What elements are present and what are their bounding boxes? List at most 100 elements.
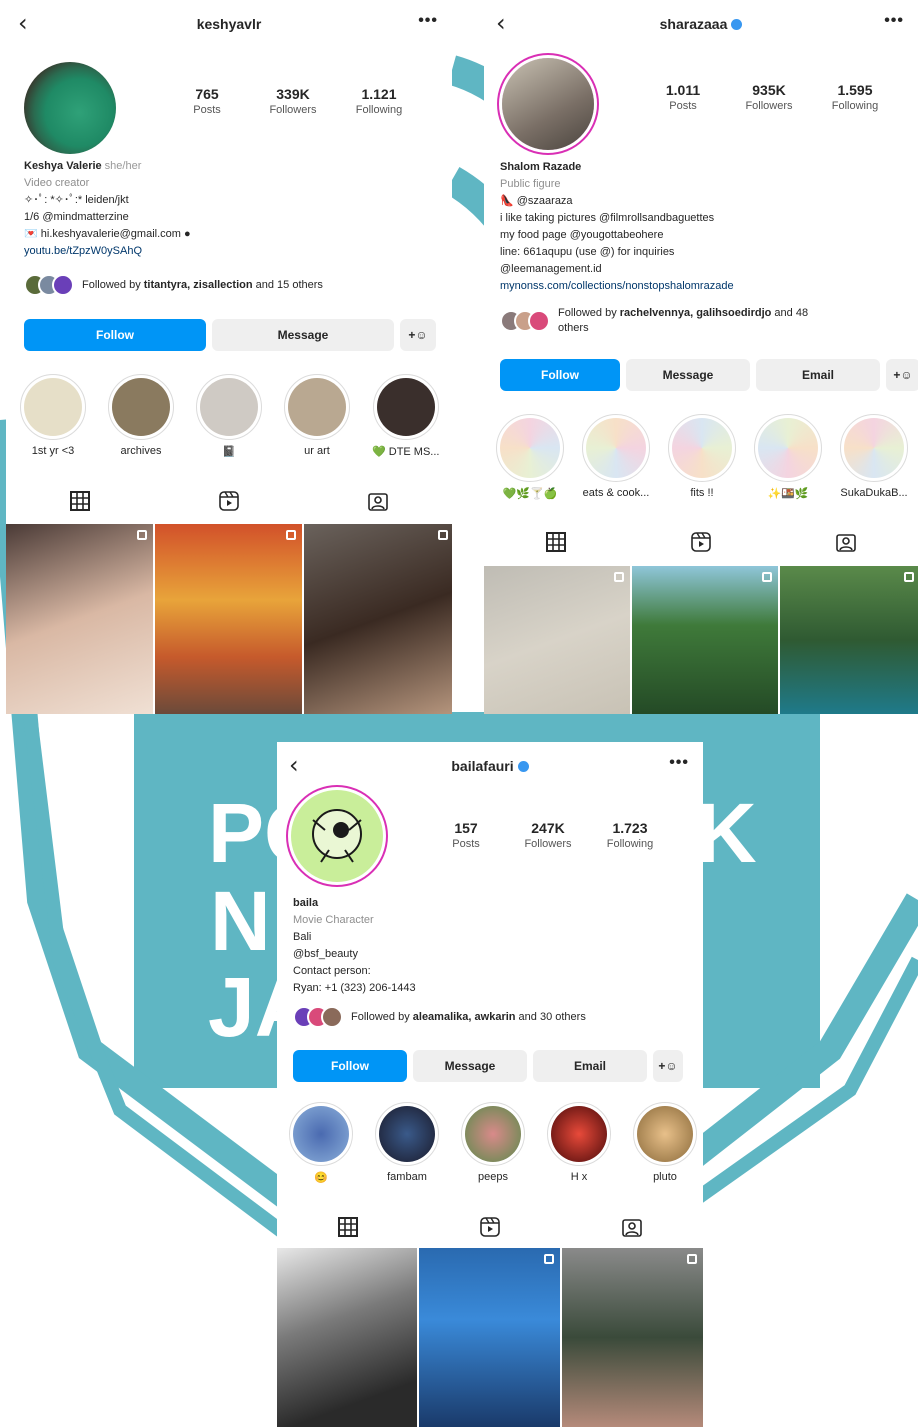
top-bar: ‹ keshyavlr ••• (6, 0, 452, 48)
action-buttons: Follow Message Email +☺ (293, 1050, 683, 1082)
email-button[interactable]: Email (756, 359, 880, 391)
email-button[interactable]: Email (533, 1050, 647, 1082)
post-thumbnail[interactable] (155, 524, 302, 714)
profile-panel-bailafauri: ‹ bailafauri ••• 157 Posts 247K Followers … (277, 742, 703, 1427)
message-button[interactable]: Message (413, 1050, 527, 1082)
highlight-item[interactable]: fambam (375, 1102, 439, 1184)
more-options-icon[interactable]: ••• (884, 12, 904, 30)
message-button[interactable]: Message (626, 359, 750, 391)
suggest-user-icon[interactable]: +☺ (886, 359, 918, 391)
follow-button[interactable]: Follow (24, 319, 206, 351)
highlight-item[interactable]: archives (108, 374, 174, 458)
multi-post-icon (904, 572, 914, 582)
highlight-item[interactable]: SukaDukaB... (840, 414, 908, 500)
stat-followers[interactable]: 339K Followers (250, 86, 336, 117)
tagged-icon[interactable] (612, 1217, 652, 1237)
bio-line: 👠 @szaaraza (500, 195, 573, 207)
post-thumbnail[interactable] (6, 524, 153, 714)
highlight-item[interactable]: H x (547, 1102, 611, 1184)
stat-posts[interactable]: 157 Posts (425, 820, 507, 851)
suggest-user-icon[interactable]: +☺ (400, 319, 436, 351)
bio-line: Contact person: (293, 965, 371, 977)
posts-grid (277, 1248, 703, 1427)
highlight-item[interactable]: 💚🌿🍸🍏 (496, 414, 564, 500)
action-buttons: Follow Message Email +☺ (500, 359, 918, 391)
highlight-item[interactable]: eats & cook... (582, 414, 650, 500)
pronouns: she/her (104, 160, 142, 172)
mutual-avatar (52, 274, 74, 296)
display-name: Shalom Razade (500, 161, 582, 173)
bio-line: line: 661aqupu (use @) for inquiries (500, 246, 675, 258)
more-options-icon[interactable]: ••• (418, 12, 438, 30)
post-thumbnail[interactable] (562, 1248, 703, 1427)
post-thumbnail[interactable] (419, 1248, 560, 1427)
reels-icon[interactable] (209, 491, 249, 511)
posts-grid (6, 524, 452, 714)
stat-posts[interactable]: 765 Posts (164, 86, 250, 117)
highlight-item[interactable]: 1st yr <3 (20, 374, 86, 458)
post-thumbnail[interactable] (484, 566, 630, 714)
highlight-item[interactable]: 😊 (289, 1102, 353, 1184)
category: Video creator (24, 177, 90, 189)
grid-icon[interactable] (60, 491, 100, 511)
more-options-icon[interactable]: ••• (669, 754, 689, 772)
reels-icon[interactable] (681, 532, 721, 552)
reels-icon[interactable] (470, 1217, 510, 1237)
username-title: sharazaaa (484, 16, 918, 32)
mutual-followers[interactable]: Followed by titantyra, zisallection and … (24, 274, 323, 296)
stat-followers[interactable]: 935K Followers (726, 82, 812, 113)
verified-badge-icon (731, 19, 743, 30)
stat-following[interactable]: 1.723 Following (589, 820, 671, 851)
profile-panel-keshyavlr: ‹ keshyavlr ••• 765 Posts 339K Followers 1… (6, 0, 452, 714)
story-highlights: 1st yr <3 archives 📓 ur art 💚 DTE MS... (20, 374, 439, 458)
display-name: Keshya Valerie (24, 160, 102, 172)
multi-post-icon (762, 572, 772, 582)
follow-button[interactable]: Follow (293, 1050, 407, 1082)
top-bar: ‹ sharazaaa ••• (484, 0, 918, 48)
grid-icon[interactable] (536, 532, 576, 552)
mutual-followers[interactable]: Followed by aleamalika, awkarin and 30 o… (293, 1006, 586, 1028)
bio-link[interactable]: youtu.be/tZpzW0ySAhQ (24, 243, 191, 260)
profile-avatar[interactable] (24, 62, 116, 154)
stat-following[interactable]: 1.121 Following (336, 86, 422, 117)
bio-line: @leemanagement.id (500, 263, 602, 275)
highlight-item[interactable]: ur art (284, 374, 350, 458)
profile-avatar[interactable] (291, 790, 383, 882)
highlight-item[interactable]: peeps (461, 1102, 525, 1184)
watermark-text-2: N (210, 874, 271, 968)
highlight-item[interactable]: 📓 (196, 374, 262, 458)
grid-icon[interactable] (328, 1217, 368, 1237)
bio-link[interactable]: mynonss.com/collections/nonstopshalomraz… (500, 278, 734, 295)
stat-followers[interactable]: 247K Followers (507, 820, 589, 851)
tagged-icon[interactable] (826, 532, 866, 552)
highlight-item[interactable]: 💚 DTE MS... (372, 374, 439, 458)
post-thumbnail[interactable] (780, 566, 918, 714)
stat-following[interactable]: 1.595 Following (812, 82, 898, 113)
posts-grid (484, 566, 918, 714)
post-thumbnail[interactable] (304, 524, 452, 714)
profile-avatar[interactable] (502, 58, 594, 150)
highlight-item[interactable]: pluto (633, 1102, 697, 1184)
stat-posts[interactable]: 1.011 Posts (640, 82, 726, 113)
story-highlights: 😊 fambam peeps H x pluto (289, 1102, 697, 1184)
highlight-item[interactable]: fits !! (668, 414, 736, 500)
follow-button[interactable]: Follow (500, 359, 620, 391)
highlight-item[interactable]: ✨🍱🌿 (754, 414, 822, 500)
profile-stats: 765 Posts 339K Followers 1.121 Following (164, 86, 422, 117)
message-button[interactable]: Message (212, 319, 394, 351)
mutual-followers[interactable]: Followed by rachelvennya, galihsoedirdjo… (500, 306, 828, 336)
multi-post-icon (614, 572, 624, 582)
verified-badge-icon (517, 761, 529, 772)
post-thumbnail[interactable] (632, 566, 778, 714)
post-thumbnail[interactable] (277, 1248, 417, 1427)
profile-tabs (6, 486, 452, 516)
bio-line: i like taking pictures @filmrollsandbagu… (500, 212, 715, 224)
profile-bio: baila Movie Character Bali @bsf_beauty C… (293, 895, 416, 997)
tagged-icon[interactable] (358, 491, 398, 511)
bio-line: Bali (293, 931, 312, 943)
multi-post-icon (687, 1254, 697, 1264)
suggest-user-icon[interactable]: +☺ (653, 1050, 683, 1082)
profile-stats: 157 Posts 247K Followers 1.723 Following (425, 820, 671, 851)
mutual-text: Followed by titantyra, zisallection and … (82, 278, 323, 291)
story-highlights: 💚🌿🍸🍏 eats & cook... fits !! ✨🍱🌿 SukaDuka… (496, 414, 908, 500)
